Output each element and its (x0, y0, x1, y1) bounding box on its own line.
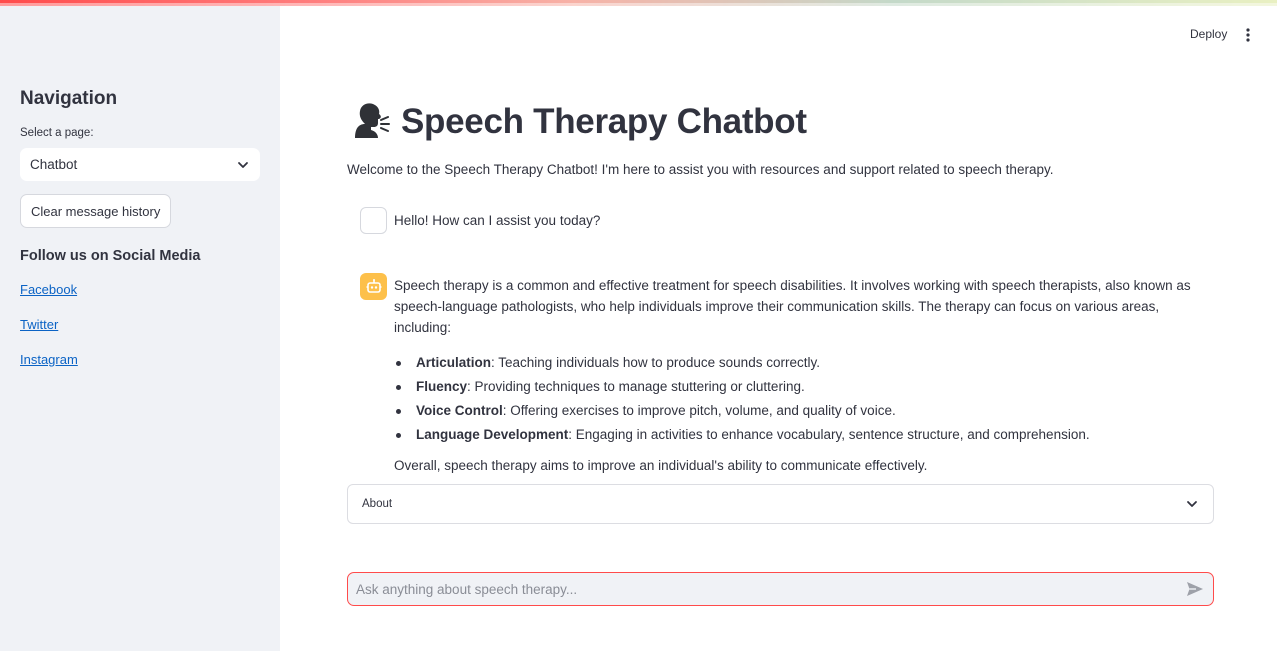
list-item: Language Development: Engaging in activi… (396, 424, 1204, 445)
welcome-text: Welcome to the Speech Therapy Chatbot! I… (347, 162, 1054, 177)
page-select-label: Select a page: (20, 127, 94, 139)
sidebar: Navigation Select a page: Chatbot Clear … (0, 6, 280, 651)
clear-history-button[interactable]: Clear message history (20, 194, 172, 228)
bullet-desc: : Engaging in activities to enhance voca… (568, 427, 1090, 442)
chat-input-container (347, 572, 1214, 606)
bullet-desc: : Teaching individuals how to produce so… (491, 355, 820, 370)
assistant-bullet-list: Articulation: Teaching individuals how t… (396, 352, 1204, 445)
bullet-term: Articulation (416, 355, 492, 370)
about-expander-label: About (362, 498, 393, 510)
bullet-desc: : Offering exercises to improve pitch, v… (502, 403, 896, 418)
robot-icon (366, 278, 381, 293)
page-select-value: Chatbot (30, 157, 78, 172)
send-icon[interactable] (1185, 579, 1205, 599)
list-item: Fluency: Providing techniques to manage … (396, 376, 1204, 397)
page-title: Speech Therapy Chatbot (401, 102, 807, 141)
user-message: Hello! How can I assist you today? (394, 213, 601, 228)
list-item: Articulation: Teaching individuals how t… (396, 352, 1204, 373)
assistant-message: Speech therapy is a common and effective… (394, 275, 1204, 476)
page-select[interactable]: Chatbot (20, 148, 260, 181)
chevron-down-icon (1185, 497, 1199, 511)
facebook-link[interactable]: Facebook (20, 282, 77, 297)
instagram-link[interactable]: Instagram (20, 352, 78, 367)
bullet-term: Language Development (416, 427, 569, 442)
assistant-intro: Speech therapy is a common and effective… (394, 278, 1191, 335)
list-item: Voice Control: Offering exercises to imp… (396, 400, 1204, 421)
bullet-term: Fluency (416, 379, 468, 394)
more-options-icon[interactable] (1240, 27, 1256, 43)
twitter-link[interactable]: Twitter (20, 317, 58, 332)
speaking-head-icon (347, 100, 391, 144)
user-avatar (360, 207, 387, 234)
assistant-closing: Overall, speech therapy aims to improve … (394, 458, 928, 473)
social-heading: Follow us on Social Media (20, 248, 201, 264)
page-title-row: Speech Therapy Chatbot (347, 100, 807, 144)
about-expander[interactable]: About (347, 484, 1214, 524)
chevron-down-icon (236, 158, 250, 172)
bullet-desc: : Providing techniques to manage stutter… (467, 379, 805, 394)
bullet-term: Voice Control (416, 403, 503, 418)
deploy-button[interactable]: Deploy (1190, 27, 1227, 41)
bot-avatar (360, 273, 387, 300)
sidebar-title: Navigation (20, 88, 118, 109)
chat-input[interactable] (356, 581, 1185, 597)
